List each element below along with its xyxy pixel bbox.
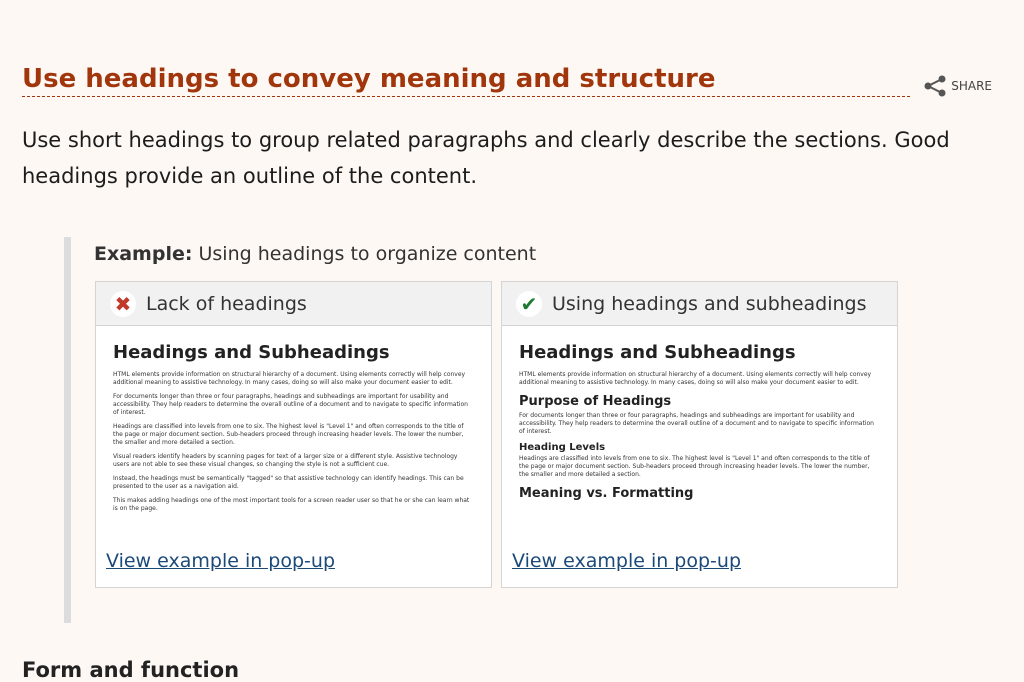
good-example-card: ✔ Using headings and subheadings Heading… [501,281,898,588]
preview-paragraph: This makes adding headings one of the mo… [113,497,470,512]
section-intro: Use short headings to group related para… [22,128,950,188]
good-example-popup-link[interactable]: View example in pop-up [512,550,741,572]
share-button[interactable]: SHARE [923,75,992,97]
next-section-heading: Form and function [22,658,240,682]
good-example-title: Using headings and subheadings [552,292,867,315]
section-heading-link[interactable]: Use headings to convey meaning and struc… [22,64,715,94]
preview-heading-meaning: Meaning vs. Formatting [519,486,694,501]
section-heading-row: Use headings to convey meaning and struc… [22,64,1002,104]
bad-example-popup-link[interactable]: View example in pop-up [106,550,335,572]
cross-icon: ✖ [110,290,136,317]
preview-heading-levels: Heading Levels [519,442,606,453]
good-example-header: ✔ Using headings and subheadings [502,282,897,326]
preview-doc-title: Headings and Subheadings [519,342,796,363]
bad-example-title: Lack of headings [146,292,307,315]
preview-heading-purpose: Purpose of Headings [519,394,672,409]
preview-paragraph: Instead, the headings must be semantical… [113,475,464,490]
preview-paragraph: For documents longer than three or four … [113,393,468,416]
example-label-text: Using headings to organize content [198,243,537,265]
bad-example-card: ✖ Lack of headings Headings and Subheadi… [95,281,492,588]
bad-example-preview: Headings and Subheadings HTML elements p… [113,342,473,542]
example-label: Example: Using headings to organize cont… [94,243,536,265]
heading-dashed-underline [22,96,910,97]
share-label: SHARE [951,79,992,93]
preview-paragraph: For documents longer than three or four … [519,412,874,435]
preview-paragraph: Headings are classified into levels from… [519,455,870,478]
preview-paragraph: Visual readers identify headers by scann… [113,453,458,468]
bad-example-header: ✖ Lack of headings [96,282,491,326]
checkmark-icon: ✔ [516,290,542,317]
example-label-prefix: Example: [94,243,193,265]
preview-doc-title: Headings and Subheadings [113,342,390,363]
example-block: Example: Using headings to organize cont… [64,237,921,623]
preview-paragraph: Headings are classified into levels from… [113,423,464,446]
preview-paragraph: HTML elements provide information on str… [519,371,872,386]
preview-paragraph: HTML elements provide information on str… [113,371,466,386]
good-example-preview: Headings and Subheadings HTML elements p… [519,342,879,542]
share-icon [924,75,946,97]
